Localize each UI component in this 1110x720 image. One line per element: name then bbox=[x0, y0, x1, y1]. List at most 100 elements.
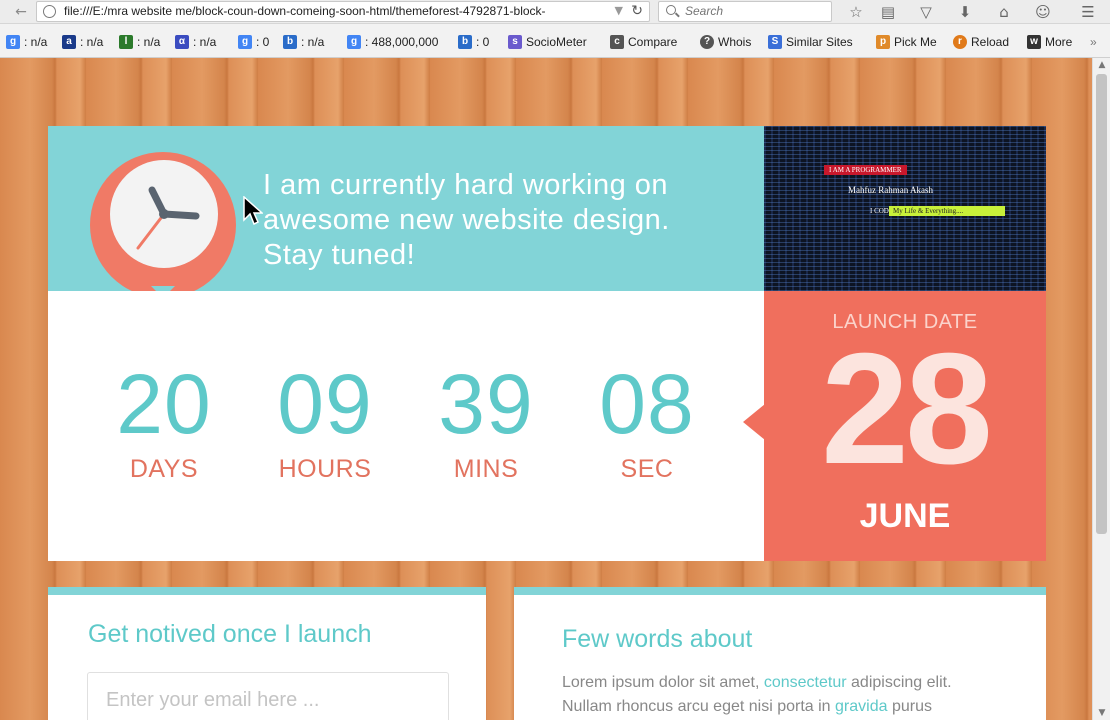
about-text: Lorem ipsum dolor sit amet, consectetur … bbox=[562, 671, 1002, 720]
bookmark-star-icon[interactable]: ☆ bbox=[845, 2, 867, 22]
reload-icon: r bbox=[953, 35, 967, 49]
whois-icon: ? bbox=[700, 35, 714, 49]
photo-tag-programmer: I AM A PROGRAMMER bbox=[824, 165, 907, 175]
search-icon bbox=[666, 5, 676, 15]
scroll-down-arrow-icon[interactable]: ▼ bbox=[1093, 708, 1110, 718]
launch-pointer bbox=[743, 404, 765, 440]
bookmark-label: SocioMeter bbox=[526, 35, 587, 49]
email-input[interactable] bbox=[87, 672, 449, 720]
compare-icon: c bbox=[610, 35, 624, 49]
about-card: Few words about Lorem ipsum dolor sit am… bbox=[514, 587, 1046, 720]
overflow-chevron-icon[interactable]: » bbox=[1090, 35, 1097, 49]
bookmark-google-plus[interactable]: g : 0 bbox=[238, 35, 269, 49]
bookmark-label: More bbox=[1045, 35, 1073, 49]
downloads-icon[interactable]: ⬇ bbox=[954, 2, 976, 22]
photo-tag-life: My Life & Everything.... bbox=[889, 206, 1005, 216]
bookmark-compare[interactable]: c Compare bbox=[610, 35, 677, 49]
browser-toolbar: ← file:///E:/mra website me/block-coun-d… bbox=[0, 0, 1110, 24]
countdown-value: 39 bbox=[438, 357, 534, 451]
bookmark-label: Pick Me bbox=[894, 35, 937, 49]
reload-icon[interactable]: ↻ bbox=[631, 3, 643, 19]
bookmark-label: : n/a bbox=[301, 35, 325, 49]
bookmark-bing[interactable]: b : n/a bbox=[283, 35, 324, 49]
bookmark-google-pr[interactable]: g: n/a bbox=[6, 35, 47, 49]
countdown-value: 09 bbox=[277, 357, 373, 451]
countdown-hours: 09 HOURS bbox=[255, 359, 395, 484]
launch-date-panel: LAUNCH DATE 28 JUNE bbox=[764, 291, 1046, 561]
bookmark-pagerank[interactable]: l : n/a bbox=[119, 35, 160, 49]
scrollbar-thumb[interactable] bbox=[1096, 74, 1107, 534]
search-input[interactable] bbox=[685, 4, 825, 18]
launch-day: 28 bbox=[821, 321, 993, 497]
bookmark-reload[interactable]: r Reload bbox=[953, 35, 1009, 49]
more-icon: w bbox=[1027, 35, 1041, 49]
alpha-icon: α bbox=[175, 35, 189, 49]
countdown-sec: 08 SEC bbox=[577, 359, 717, 484]
bookmark-similar-sites[interactable]: S Similar Sites bbox=[768, 35, 853, 49]
bookmark-alpha[interactable]: α : n/a bbox=[175, 35, 216, 49]
bing-icon: b bbox=[283, 35, 297, 49]
countdown-panel: 20 DAYS 09 HOURS 39 MINS 08 SEC bbox=[48, 291, 764, 561]
clock-hands-icon bbox=[136, 186, 200, 250]
subscribe-title: Get notived once I launch bbox=[88, 620, 372, 648]
vertical-scrollbar[interactable]: ▲ ▼ bbox=[1092, 58, 1110, 720]
url-text[interactable]: file:///E:/mra website me/block-coun-dow… bbox=[64, 4, 604, 18]
bookmark-label: Reload bbox=[971, 35, 1010, 49]
countdown-label: SEC bbox=[620, 455, 674, 483]
google-plus-icon: g bbox=[238, 35, 252, 49]
bing-index-icon: b bbox=[458, 35, 472, 49]
launch-month: JUNE bbox=[859, 497, 951, 535]
bookmark-label: Similar Sites bbox=[786, 35, 853, 49]
hero-message: I am currently hard working on awesome n… bbox=[263, 169, 670, 271]
bookmark-label: : 488,000,000 bbox=[365, 35, 439, 49]
hero-banner: I am currently hard working on awesome n… bbox=[48, 126, 764, 298]
bookmark-sociometer[interactable]: s SocioMeter bbox=[508, 35, 587, 49]
countdown-label: HOURS bbox=[278, 455, 372, 483]
alexa-icon: a bbox=[62, 35, 76, 49]
countdown-value: 20 bbox=[116, 357, 212, 451]
similar-sites-icon: S bbox=[768, 35, 782, 49]
reading-list-icon[interactable]: ▤ bbox=[877, 2, 899, 22]
bookmark-label: : 0 bbox=[476, 35, 490, 49]
sociometer-icon: s bbox=[508, 35, 522, 49]
address-bar[interactable]: file:///E:/mra website me/block-coun-dow… bbox=[36, 1, 650, 22]
pagerank-icon: l bbox=[119, 35, 133, 49]
about-link[interactable]: consectetur bbox=[764, 674, 847, 691]
dropdown-arrow-icon[interactable]: ▼ bbox=[615, 4, 623, 17]
bookmark-bing-index[interactable]: b : 0 bbox=[458, 35, 489, 49]
back-arrow-icon[interactable]: ← bbox=[10, 2, 32, 22]
bookmark-label: : n/a bbox=[80, 35, 104, 49]
google-index-icon: g bbox=[347, 35, 361, 49]
bookmark-label: : n/a bbox=[193, 35, 217, 49]
scroll-up-arrow-icon[interactable]: ▲ bbox=[1093, 60, 1110, 70]
pick-me-icon: p bbox=[876, 35, 890, 49]
google-icon: g bbox=[6, 35, 20, 49]
bookmark-label: Compare bbox=[628, 35, 678, 49]
bookmark-google-index[interactable]: g : 488,000,000 bbox=[347, 35, 438, 49]
globe-icon bbox=[43, 5, 56, 18]
home-icon[interactable]: ⌂ bbox=[993, 2, 1015, 22]
countdown-label: MINS bbox=[453, 455, 519, 483]
clock-face bbox=[110, 160, 218, 268]
countdown-label: DAYS bbox=[129, 455, 199, 483]
countdown-days: 20 DAYS bbox=[94, 359, 234, 484]
pocket-icon[interactable]: ▽ bbox=[915, 2, 937, 22]
chat-icon[interactable]: ☺ bbox=[1032, 2, 1054, 22]
clock-icon bbox=[90, 152, 236, 298]
about-title: Few words about bbox=[562, 625, 753, 653]
menu-icon[interactable]: ☰ bbox=[1077, 2, 1099, 22]
bookmark-label: : n/a bbox=[137, 35, 161, 49]
bookmark-pick-me[interactable]: p Pick Me bbox=[876, 35, 937, 49]
photo-tag-name: Mahfuz Rahman Akash bbox=[848, 185, 933, 195]
countdown-value: 08 bbox=[599, 357, 695, 451]
bookmarks-toolbar: g: n/a a: n/a l: n/a α: n/a g: 0 b: n/a … bbox=[0, 24, 1110, 58]
bookmark-more[interactable]: w More bbox=[1027, 35, 1072, 49]
bookmark-alexa[interactable]: a : n/a bbox=[62, 35, 103, 49]
subscribe-card: Get notived once I launch bbox=[48, 587, 486, 720]
bookmark-label: : 0 bbox=[256, 35, 270, 49]
about-text-part: Lorem ipsum dolor sit amet, bbox=[562, 674, 764, 691]
countdown-mins: 39 MINS bbox=[416, 359, 556, 484]
search-box[interactable] bbox=[658, 1, 832, 22]
bookmark-whois[interactable]: ? Whois bbox=[700, 35, 751, 49]
about-link[interactable]: gravida bbox=[835, 698, 887, 715]
